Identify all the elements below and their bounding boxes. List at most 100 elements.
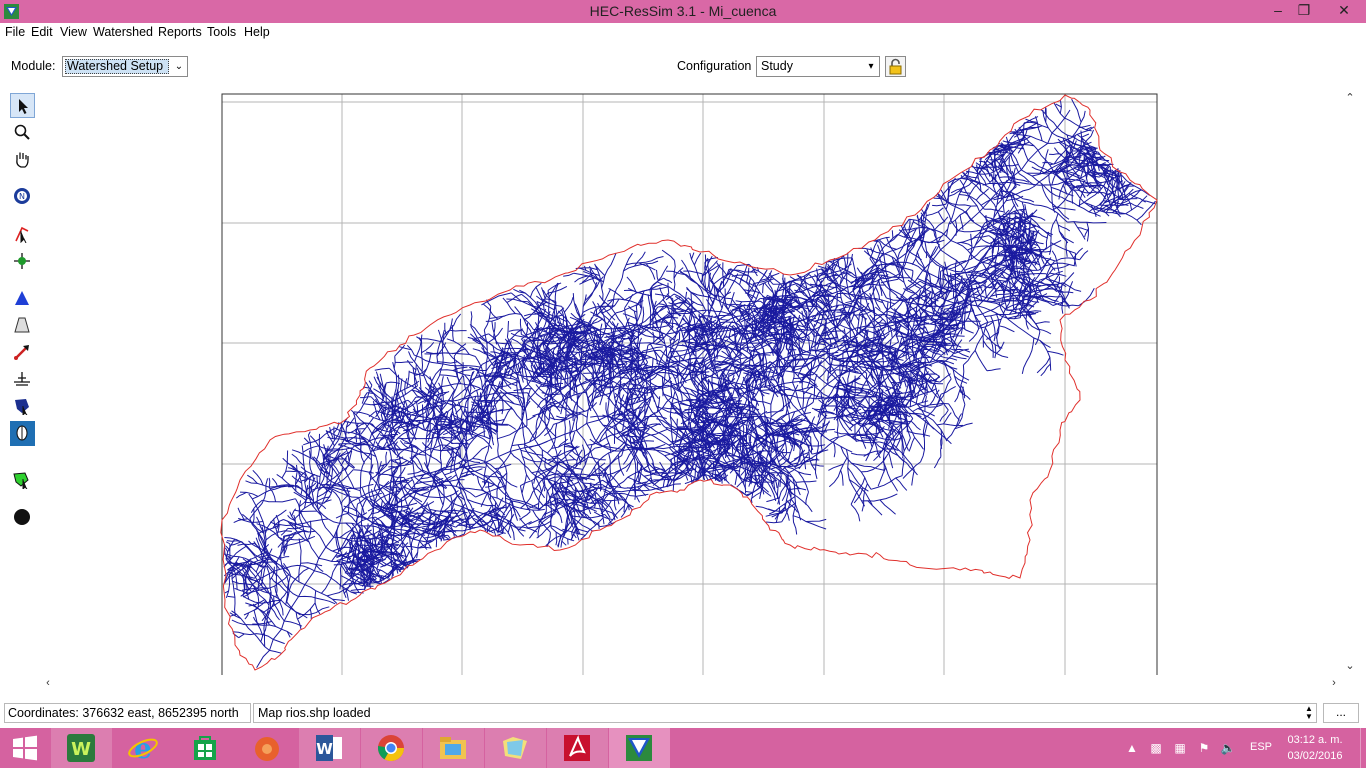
- svg-text:W: W: [316, 740, 333, 758]
- river-segment: [407, 469, 423, 475]
- river-segment: [674, 418, 679, 443]
- module-select[interactable]: Watershed Setup ⌄: [62, 56, 188, 77]
- river-segment: [951, 355, 967, 360]
- river-segment: [777, 480, 780, 499]
- river-segment: [895, 477, 908, 491]
- menu-reports[interactable]: Reports: [158, 25, 202, 39]
- windows-tray-icon[interactable]: ▦: [1172, 740, 1188, 756]
- firefox-icon: [255, 737, 279, 761]
- module-bar: Module: Watershed Setup ⌄ Configuration …: [0, 43, 1366, 89]
- action-center-icon[interactable]: ⚑: [1196, 740, 1212, 756]
- river-segment: [968, 328, 980, 342]
- taskbar-word[interactable]: W: [299, 728, 360, 768]
- menu-help[interactable]: Help: [244, 25, 270, 39]
- reservoir-tool-button[interactable]: [10, 286, 35, 311]
- river-segment: [886, 301, 889, 315]
- river-segment: [1044, 106, 1047, 114]
- river-segment: [277, 540, 285, 548]
- clock[interactable]: 03:12 a. m. 03/02/2016: [1280, 732, 1350, 764]
- menu-watershed[interactable]: Watershed: [93, 25, 153, 39]
- zoom-tool-button[interactable]: [10, 120, 35, 145]
- point-tool-button[interactable]: [10, 505, 35, 530]
- file-explorer-icon: [440, 737, 466, 759]
- scroll-up-icon[interactable]: ⌃: [1342, 91, 1358, 104]
- river-segment: [346, 488, 350, 514]
- show-hidden-icons-icon[interactable]: ▲: [1124, 740, 1140, 756]
- more-messages-button[interactable]: ...: [1323, 703, 1359, 723]
- river-segment: [368, 410, 378, 418]
- impact-area-tool-button[interactable]: [10, 394, 35, 419]
- menu-edit[interactable]: Edit: [31, 25, 53, 39]
- reservoir-node-tool-button[interactable]: [10, 421, 35, 446]
- river-segment: [547, 457, 557, 461]
- taskbar-chrome[interactable]: [361, 728, 422, 768]
- river-segment: [986, 368, 1001, 372]
- scroll-right-icon[interactable]: ›: [1326, 677, 1342, 689]
- configuration-select[interactable]: Study ▾: [756, 56, 880, 77]
- river-segment: [227, 569, 235, 572]
- river-segment: [684, 357, 704, 362]
- river-segment: [561, 540, 567, 546]
- point-tool-icon: [14, 509, 30, 525]
- vertical-scrollbar[interactable]: ⌃ ⌄: [1342, 89, 1358, 675]
- horizontal-scrollbar[interactable]: ‹ ›: [40, 677, 1342, 693]
- river-segment: [526, 415, 536, 421]
- volume-icon[interactable]: 🔈: [1220, 740, 1236, 756]
- scroll-down-icon[interactable]: ⌄: [1342, 659, 1358, 672]
- river-segment: [585, 391, 592, 412]
- river-segment: [813, 334, 830, 337]
- menu-tools[interactable]: Tools: [207, 25, 236, 39]
- computation-point-tool-button[interactable]: [10, 367, 35, 392]
- start-button[interactable]: [0, 728, 48, 768]
- menu-file[interactable]: File: [5, 25, 25, 39]
- river-segment: [984, 282, 987, 298]
- river-segment: [745, 413, 761, 415]
- taskbar-file-explorer[interactable]: [423, 728, 484, 768]
- reservoir-tool-icon: [15, 291, 29, 305]
- diversion-tool-button[interactable]: [10, 313, 35, 338]
- pan-tool-button[interactable]: [10, 147, 35, 172]
- taskbar-ressim[interactable]: [609, 728, 670, 768]
- river-segment: [294, 509, 318, 513]
- lock-configuration-button[interactable]: [885, 56, 906, 77]
- ressim-icon: [626, 735, 652, 761]
- river-segment: [519, 511, 531, 521]
- taskbar-folder[interactable]: [485, 728, 546, 768]
- river-segment: [570, 431, 576, 444]
- map-grid: [221, 93, 1158, 675]
- select-tool-button[interactable]: [10, 93, 35, 118]
- river-segment: [1007, 309, 1020, 315]
- river-segment: [1048, 153, 1062, 156]
- taskbar-wamp[interactable]: W: [51, 728, 112, 768]
- network-icon[interactable]: ▩: [1148, 740, 1164, 756]
- taskbar-firefox[interactable]: [237, 728, 298, 768]
- river-segment: [1039, 328, 1052, 335]
- network-tool-icon: N: [14, 188, 30, 204]
- river-segment: [227, 595, 235, 598]
- reach-tool-button[interactable]: [10, 340, 35, 365]
- menu-view[interactable]: View: [60, 25, 87, 39]
- river-segment: [303, 437, 310, 444]
- message-scroll-icon[interactable]: ▲ ▼: [1304, 705, 1314, 721]
- stream-alignment-tool-button[interactable]: [10, 222, 35, 247]
- language-indicator[interactable]: ESP: [1250, 741, 1272, 753]
- river-segment: [873, 441, 881, 459]
- river-segment: [386, 534, 405, 537]
- network-tool-button[interactable]: N: [10, 184, 35, 209]
- junction-tool-button[interactable]: [10, 249, 35, 274]
- show-desktop-button[interactable]: [1360, 728, 1366, 768]
- basin-tool-button[interactable]: [10, 468, 35, 493]
- restore-button[interactable]: ❐: [1289, 0, 1319, 22]
- river-segment: [910, 420, 921, 431]
- river-segment: [693, 252, 702, 266]
- river-segment: [243, 607, 259, 616]
- river-segment: [465, 433, 493, 449]
- taskbar-internet-explorer[interactable]: e: [113, 728, 174, 768]
- taskbar-store[interactable]: [175, 728, 236, 768]
- map-viewport[interactable]: [40, 89, 1342, 675]
- taskbar-acrobat[interactable]: [547, 728, 608, 768]
- river-segment: [845, 449, 866, 507]
- close-button[interactable]: ✕: [1322, 0, 1366, 22]
- watershed-map[interactable]: [40, 89, 1342, 675]
- scroll-left-icon[interactable]: ‹: [40, 677, 56, 689]
